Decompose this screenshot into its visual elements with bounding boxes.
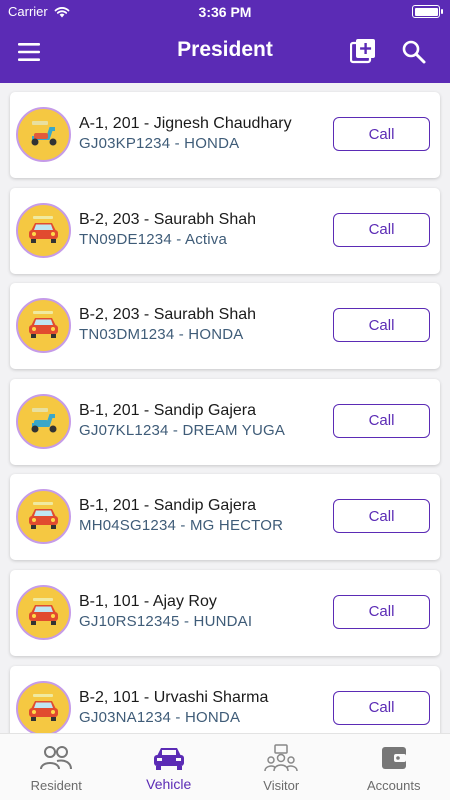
call-button[interactable]: Call — [333, 690, 430, 725]
header: President — [0, 24, 450, 83]
call-button[interactable]: Call — [333, 308, 430, 343]
tab-visitor[interactable]: Visitor — [225, 734, 338, 800]
tab-label: Visitor — [263, 778, 300, 793]
car-icon — [16, 680, 71, 733]
app-bar: Carrier 3:36 PM President — [0, 0, 450, 83]
resident-name: A-1, 201 - Jignesh Chaudhary — [79, 115, 292, 132]
call-button[interactable]: Call — [333, 117, 430, 151]
scooter-icon — [16, 107, 71, 162]
resident-name: B-2, 203 - Saurabh Shah — [79, 306, 257, 324]
call-button[interactable]: Call — [333, 403, 430, 438]
car-icon — [16, 202, 71, 258]
search-icon[interactable] — [401, 39, 427, 65]
resident-name: B-1, 101 - Ajay Roy — [79, 592, 217, 610]
scooter-icon — [16, 393, 71, 449]
resident-name: B-1, 201 - Sandip Gajera — [79, 401, 256, 419]
status-time: 3:36 PM — [198, 4, 252, 20]
resident-name: B-2, 203 - Saurabh Shah — [79, 210, 257, 228]
tab-resident[interactable]: Resident — [0, 734, 113, 800]
tab-label: Resident — [30, 778, 82, 793]
list-item: B-2, 101 - Urvashi Sharma GJ03NA1234 - H… — [10, 665, 440, 733]
tab-vehicle[interactable]: Vehicle — [113, 734, 226, 800]
list-item: B-1, 201 - Sandip Gajera GJ07KL1234 - DR… — [10, 378, 440, 465]
people-icon — [40, 746, 73, 770]
vehicle-number: GJ07KL1234 - DREAM YUGA — [79, 421, 286, 439]
list-item: B-1, 101 - Ajay Roy GJ10RS12345 - HUNDAI… — [10, 569, 440, 656]
car-icon — [16, 298, 71, 354]
car-icon — [16, 584, 71, 640]
tab-label: Accounts — [367, 778, 421, 793]
page-title: President — [177, 38, 273, 61]
vehicle-number: TN03DM1234 - HONDA — [79, 326, 244, 344]
list-item: B-2, 203 - Saurabh Shah TN09DE1234 - Act… — [10, 187, 440, 274]
vehicle-number: GJ03KP1234 - HONDA — [79, 135, 240, 152]
vehicle-number: MH04SG1234 - MG HECTOR — [79, 517, 284, 535]
list-item: A-1, 201 - Jignesh Chaudhary GJ03KP1234 … — [10, 92, 440, 178]
resident-name: B-1, 201 - Sandip Gajera — [79, 497, 256, 515]
car-icon — [16, 489, 71, 545]
vehicle-number: GJ03NA1234 - HONDA — [79, 708, 241, 726]
visitor-icon — [264, 744, 298, 772]
resident-name: B-2, 101 - Urvashi Sharma — [79, 688, 269, 706]
vehicle-number: GJ10RS12345 - HUNDAI — [79, 612, 253, 630]
call-button[interactable]: Call — [333, 212, 430, 247]
call-button[interactable]: Call — [333, 499, 430, 534]
vehicle-list[interactable]: A-1, 201 - Jignesh Chaudhary GJ03KP1234 … — [0, 83, 450, 733]
tab-accounts[interactable]: Accounts — [338, 734, 450, 800]
vehicle-number: TN09DE1234 - Activa — [79, 230, 228, 248]
status-bar: Carrier 3:36 PM — [0, 0, 450, 24]
car-icon — [153, 748, 184, 770]
bottom-tab-bar: Resident Vehicle Visitor Accounts — [0, 733, 450, 800]
call-button[interactable]: Call — [333, 594, 430, 629]
list-item: B-1, 201 - Sandip Gajera MH04SG1234 - MG… — [10, 474, 440, 561]
battery-icon — [412, 5, 443, 18]
add-square-icon[interactable] — [350, 38, 376, 64]
tab-label: Vehicle — [146, 776, 192, 792]
list-item: B-2, 203 - Saurabh Shah TN03DM1234 - HON… — [10, 283, 440, 370]
wallet-icon — [381, 747, 406, 769]
